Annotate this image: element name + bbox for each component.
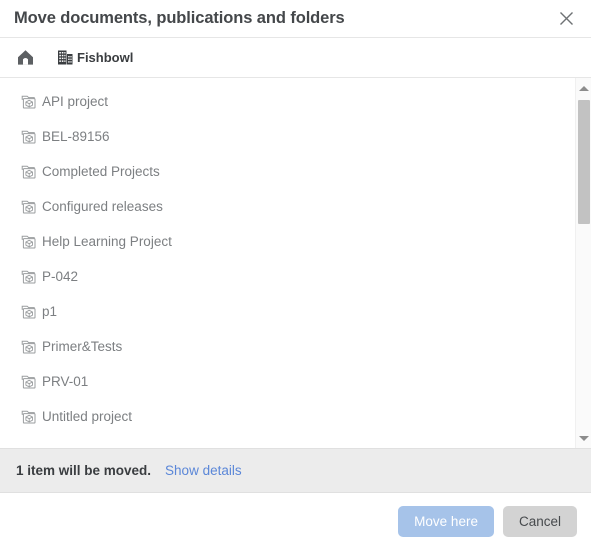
list-item[interactable]: BEL-89156	[0, 119, 575, 154]
dialog-header: Move documents, publications and folders	[0, 0, 591, 38]
folder-project-icon	[20, 127, 39, 146]
dialog-footer: Move here Cancel	[0, 493, 591, 550]
breadcrumb-item-current[interactable]: Fishbowl	[57, 49, 133, 66]
folder-project-icon	[20, 267, 39, 286]
close-icon[interactable]	[553, 6, 579, 32]
breadcrumb: Fishbowl	[0, 38, 591, 78]
show-details-link[interactable]: Show details	[165, 464, 242, 478]
list-item[interactable]: PRV-01	[0, 364, 575, 399]
folder-list-area: API project BEL-89156 Completed Projects Co…	[0, 78, 591, 448]
folder-project-icon	[20, 197, 39, 216]
folder-list: API project BEL-89156 Completed Projects Co…	[0, 78, 575, 448]
cancel-button[interactable]: Cancel	[502, 506, 577, 537]
move-here-button[interactable]: Move here	[398, 506, 494, 537]
folder-project-icon	[20, 407, 39, 426]
list-item-label: API project	[42, 93, 109, 109]
vertical-scrollbar[interactable]	[575, 78, 591, 448]
list-item[interactable]: Primer&Tests	[0, 329, 575, 364]
breadcrumb-current-label: Fishbowl	[77, 50, 134, 65]
list-item[interactable]: Configured releases	[0, 189, 575, 224]
list-item[interactable]: Completed Projects	[0, 154, 575, 189]
list-item[interactable]: Untitled project	[0, 399, 575, 434]
folder-project-icon	[20, 337, 39, 356]
move-dialog: Move documents, publications and folders	[0, 0, 591, 550]
list-item[interactable]: P-042	[0, 259, 575, 294]
list-item-label: Untitled project	[42, 408, 133, 424]
folder-project-icon	[20, 372, 39, 391]
list-item[interactable]: API project	[0, 84, 575, 119]
home-icon	[16, 48, 35, 67]
list-item-label: Configured releases	[42, 198, 163, 214]
page-title: Move documents, publications and folders	[14, 9, 345, 28]
list-item-label: Completed Projects	[42, 163, 160, 179]
breadcrumb-item-home[interactable]	[16, 48, 38, 67]
folder-project-icon	[20, 232, 39, 251]
folder-project-icon	[20, 162, 39, 181]
list-item[interactable]: Help Learning Project	[0, 224, 575, 259]
folder-project-icon	[20, 302, 39, 321]
list-item-label: Help Learning Project	[42, 233, 172, 249]
building-icon	[57, 49, 74, 66]
list-item-label: Primer&Tests	[42, 338, 123, 354]
list-item[interactable]: p1	[0, 294, 575, 329]
list-item-label: BEL-89156	[42, 128, 110, 144]
list-item-label: p1	[42, 303, 58, 319]
chevron-up-icon[interactable]	[576, 80, 591, 96]
status-bar: 1 item will be moved. Show details	[0, 448, 591, 493]
status-message: 1 item will be moved.	[16, 462, 152, 478]
chevron-down-icon[interactable]	[576, 430, 591, 446]
scrollbar-thumb[interactable]	[578, 100, 590, 224]
list-item-label: P-042	[42, 268, 79, 284]
folder-project-icon	[20, 92, 39, 111]
list-item-label: PRV-01	[42, 373, 89, 389]
